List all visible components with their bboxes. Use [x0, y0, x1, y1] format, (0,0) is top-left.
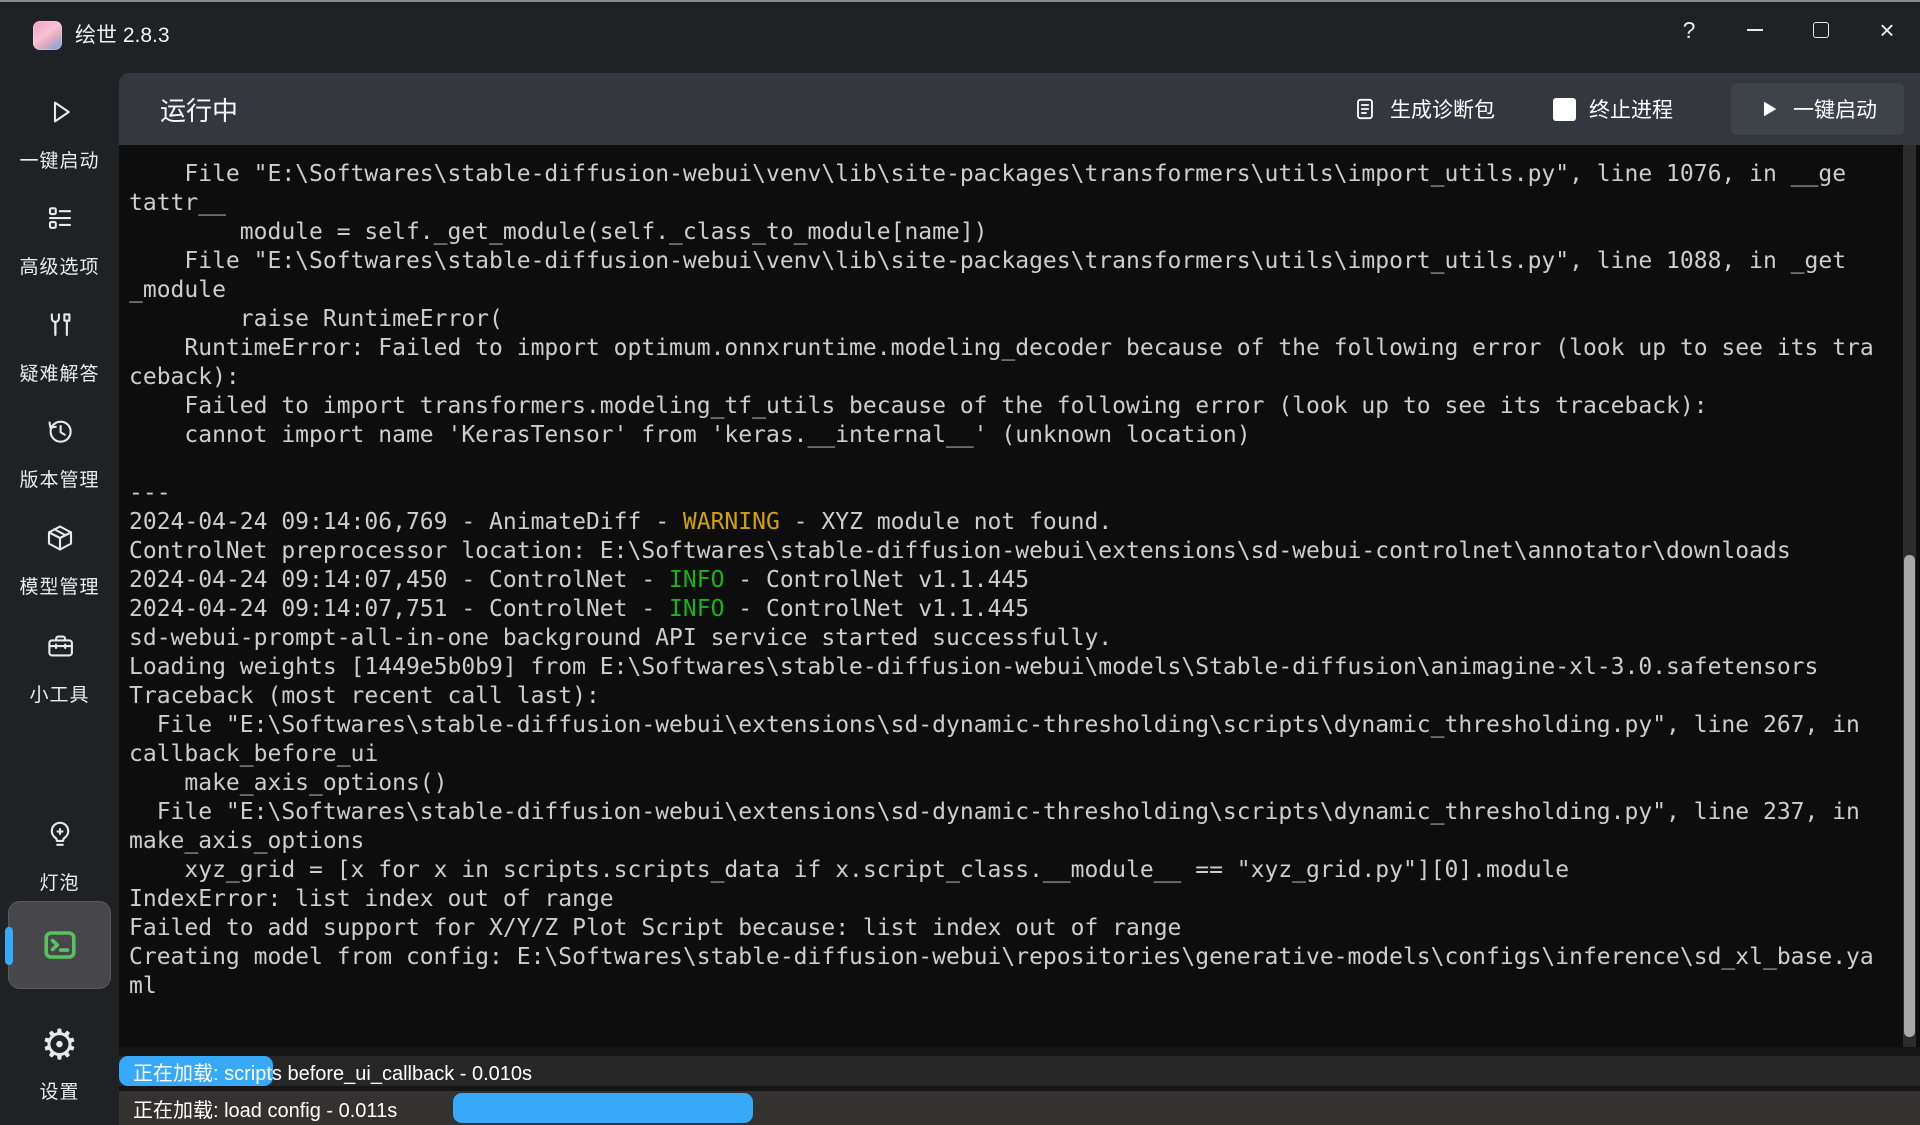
header-actions: 生成诊断包 终止进程 一键启动 [1353, 73, 1904, 145]
console-scrollbar-thumb[interactable] [1904, 555, 1915, 1037]
sidebar-item-launch[interactable]: 一键启动 [0, 97, 119, 173]
console-line [129, 450, 1898, 479]
document-icon [1353, 97, 1377, 121]
progress-label: 正在加载: load config - 0.011s [133, 1091, 397, 1125]
gear-icon: ⚙ [0, 1025, 119, 1065]
console-line: raise RuntimeError( [129, 305, 1898, 334]
sidebar-item-settings[interactable]: ⚙ 设置 [0, 1025, 119, 1104]
console-line: File "E:\Softwares\stable-diffusion-webu… [129, 798, 1898, 827]
terminal-icon [42, 927, 78, 963]
console-line: tattr__ [129, 189, 1898, 218]
help-button[interactable]: ? [1656, 2, 1722, 58]
minimize-icon [1747, 29, 1763, 31]
sidebar-item-advanced[interactable]: 高级选项 [0, 203, 119, 279]
console-line: Creating model from config: E:\Softwares… [129, 943, 1898, 972]
maximize-icon [1813, 22, 1829, 38]
console-line: File "E:\Softwares\stable-diffusion-webu… [129, 247, 1898, 276]
console-line: File "E:\Softwares\stable-diffusion-webu… [129, 160, 1898, 189]
console-line: module = self._get_module(self._class_to… [129, 218, 1898, 247]
console-line: IndexError: list index out of range [129, 885, 1898, 914]
sidebar-item-label: 模型管理 [0, 572, 119, 599]
console-line: make_axis_options [129, 827, 1898, 856]
titlebar: 绘世 2.8.3 ? × [0, 0, 1920, 73]
window-top-border [0, 0, 1920, 2]
tools-icon [45, 310, 75, 340]
history-icon [45, 416, 75, 446]
sidebar-item-label: 疑难解答 [0, 359, 119, 386]
sidebar-item-label: 小工具 [0, 680, 119, 707]
play-icon [1758, 98, 1780, 120]
close-icon: × [1879, 17, 1894, 43]
sidebar-item-label: 设置 [0, 1077, 119, 1104]
button-label: 生成诊断包 [1390, 94, 1495, 124]
help-icon: ? [1683, 17, 1696, 44]
console-line: Loading weights [1449e5b0b9] from E:\Sof… [129, 653, 1898, 682]
close-button[interactable]: × [1854, 2, 1920, 58]
sidebar-item-label: 版本管理 [0, 465, 119, 492]
progress-row-scripts: 正在加载: scripts before_ui_callback - 0.010… [119, 1056, 1920, 1086]
window-title: 绘世 2.8.3 [75, 0, 170, 73]
app-logo [33, 21, 62, 50]
sidebar-item-console-selected[interactable] [8, 901, 111, 989]
minimize-button[interactable] [1722, 2, 1788, 58]
package-icon [45, 523, 75, 553]
generate-diagnostic-button[interactable]: 生成诊断包 [1353, 94, 1495, 124]
console-line: sd-webui-prompt-all-in-one background AP… [129, 624, 1898, 653]
sidebar-item-troubleshoot[interactable]: 疑难解答 [0, 310, 119, 386]
sidebar-item-label: 灯泡 [0, 868, 119, 895]
button-label: 终止进程 [1589, 94, 1673, 124]
sidebar-item-label: 高级选项 [0, 252, 119, 279]
header-bar: 运行中 生成诊断包 终止进程 一键启动 [119, 73, 1920, 145]
console-line: 2024-04-24 09:14:07,751 - ControlNet - I… [129, 595, 1898, 624]
console-line: xyz_grid = [x for x in scripts.scripts_d… [129, 856, 1898, 885]
console-line: Failed to add support for X/Y/Z Plot Scr… [129, 914, 1898, 943]
options-list-icon [45, 203, 75, 233]
sidebar-item-utilities[interactable]: 小工具 [0, 631, 119, 707]
sidebar-item-label: 一键启动 [0, 146, 119, 173]
progress-row-config: 正在加载: load config - 0.011s [119, 1091, 1920, 1125]
status-title: 运行中 [160, 91, 238, 128]
window-controls: ? × [1656, 2, 1920, 60]
console-line: ceback): [129, 363, 1898, 392]
console-line: 2024-04-24 09:14:06,769 - AnimateDiff - … [129, 508, 1898, 537]
console-line: ControlNet preprocessor location: E:\Sof… [129, 537, 1898, 566]
console-line: make_axis_options() [129, 769, 1898, 798]
sidebar-item-versions[interactable]: 版本管理 [0, 416, 119, 492]
progress-bar-fill [453, 1093, 753, 1123]
console-line: RuntimeError: Failed to import optimum.o… [129, 334, 1898, 363]
console-output[interactable]: File "E:\Softwares\stable-diffusion-webu… [119, 145, 1920, 1047]
one-click-launch-button[interactable]: 一键启动 [1731, 83, 1904, 135]
console-line: callback_before_ui [129, 740, 1898, 769]
console-line: ml [129, 972, 1898, 1001]
console-line: _module [129, 276, 1898, 305]
sidebar-item-models[interactable]: 模型管理 [0, 523, 119, 599]
maximize-button[interactable] [1788, 2, 1854, 58]
sidebar-item-tips[interactable]: 灯泡 [0, 819, 119, 895]
play-icon [45, 97, 75, 127]
console-line: File "E:\Softwares\stable-diffusion-webu… [129, 711, 1898, 740]
progress-label: 正在加载: scripts before_ui_callback - 0.010… [133, 1056, 532, 1086]
toolbox-icon [45, 631, 75, 661]
selected-item-accent-bar [5, 927, 13, 965]
console-line: Traceback (most recent call last): [129, 682, 1898, 711]
console-line: 2024-04-24 09:14:07,450 - ControlNet - I… [129, 566, 1898, 595]
sidebar: 一键启动 高级选项 疑难解答 版本管理 [0, 73, 119, 1125]
terminate-process-button[interactable]: 终止进程 [1553, 94, 1673, 124]
console-bottom-gap [119, 1047, 1920, 1056]
button-label: 一键启动 [1793, 94, 1877, 124]
stop-icon [1553, 98, 1576, 121]
console-line: cannot import name 'KerasTensor' from 'k… [129, 421, 1898, 450]
bulb-icon [45, 819, 75, 849]
console-line: --- [129, 479, 1898, 508]
console-line: Failed to import transformers.modeling_t… [129, 392, 1898, 421]
